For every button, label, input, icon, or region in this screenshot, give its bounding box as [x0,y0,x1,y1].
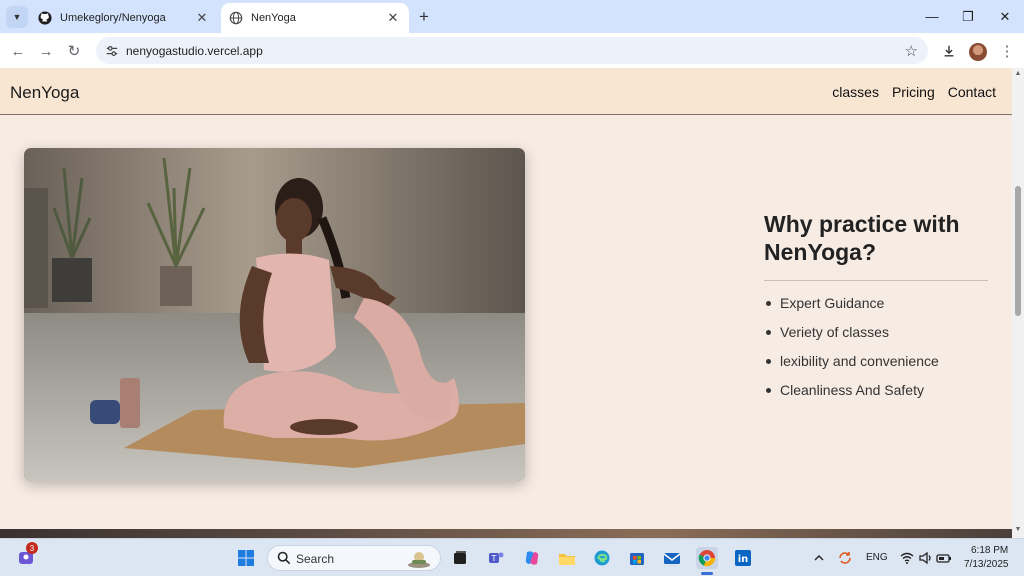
nav-link-contact[interactable]: Contact [948,84,996,100]
edge-icon[interactable] [591,547,613,569]
list-item: lexibility and convenience [764,349,988,378]
scroll-down-icon[interactable]: ▼ [1014,526,1022,536]
site-header: NenYoga classes Pricing Contact [0,68,1012,115]
reload-icon[interactable]: ↻ [62,39,86,63]
tab-github[interactable]: Umekeglory/Nenyoga ✕ [30,3,218,33]
file-explorer-icon[interactable] [556,547,578,569]
list-item: Veriety of classes [764,320,988,349]
task-view-icon[interactable] [449,547,471,569]
page-viewport: NenYoga classes Pricing Contact Why prac… [0,68,1012,538]
next-section-image [0,529,1012,538]
copilot-icon[interactable] [521,547,543,569]
list-item: Cleanliness And Safety [764,378,988,407]
nav-link-classes[interactable]: classes [832,84,879,100]
site-settings-icon[interactable] [104,43,120,59]
site-logo[interactable]: NenYoga [10,83,79,103]
chevron-up-icon[interactable] [808,547,830,569]
scrollbar-thumb[interactable] [1015,186,1021,316]
clock-time[interactable]: 6:18 PM [971,545,1008,556]
bookmark-star-icon[interactable]: ☆ [905,42,918,60]
search-highlight-icon [406,549,432,569]
windows-start-icon[interactable] [235,547,257,569]
list-item: Expert Guidance [764,291,988,320]
microsoft-store-icon[interactable] [626,547,648,569]
restore-button[interactable]: ❐ [950,0,986,33]
github-icon [38,11,52,25]
download-icon[interactable] [937,39,961,63]
notification-badge: 3 [26,542,38,554]
tab-title: NenYoga [251,12,296,24]
taskbar: Search T in ENG 6:18 PM 7/13/2025 [0,538,1024,576]
page-scrollbar[interactable]: ▲ ▼ [1012,68,1024,538]
taskbar-search[interactable]: Search [267,545,441,571]
tab-strip: ▼ Umekeglory/Nenyoga ✕ NenYoga ✕ + — ❐ ✕ [0,0,1024,33]
language-indicator[interactable]: ENG [866,552,888,563]
divider [764,280,988,281]
why-section: Why practice with NenYoga? Expert Guidan… [764,210,988,407]
why-heading: Why practice with NenYoga? [764,211,960,265]
profile-avatar[interactable] [969,43,987,61]
sync-icon[interactable] [834,547,856,569]
globe-icon [229,11,243,25]
minimize-button[interactable]: — [914,0,950,33]
chevron-down-icon: ▼ [12,12,22,22]
svg-text:in: in [738,554,749,565]
clock-date[interactable]: 7/13/2025 [964,559,1009,570]
battery-icon[interactable] [933,547,955,569]
browser-toolbar: ← → ↻ nenyogastudio.vercel.app ☆ ⋮ [0,33,1024,68]
address-bar[interactable]: nenyogastudio.vercel.app ☆ [96,37,928,64]
svg-text:T: T [491,554,497,563]
scroll-up-icon[interactable]: ▲ [1014,70,1022,80]
back-arrow-icon[interactable]: ← [6,39,30,63]
new-tab-button[interactable]: + [414,7,434,27]
search-label: Search [296,552,335,566]
benefits-list: Expert Guidance Veriety of classes lexib… [764,291,988,407]
menu-kebab-icon[interactable]: ⋮ [995,39,1019,63]
active-app-indicator [701,572,713,575]
tab-search-button[interactable]: ▼ [6,6,28,28]
url-text: nenyogastudio.vercel.app [126,44,263,58]
teams-icon[interactable]: T [485,547,507,569]
mail-icon[interactable] [661,547,683,569]
site-nav: classes Pricing Contact [832,84,996,100]
tab-nenyoga[interactable]: NenYoga ✕ [221,3,409,33]
forward-arrow-icon[interactable]: → [34,39,58,63]
nav-link-pricing[interactable]: Pricing [892,84,935,100]
search-icon [277,551,291,570]
yoga-photo [24,148,525,481]
tab-title: Umekeglory/Nenyoga [60,12,166,24]
close-window-button[interactable]: ✕ [987,0,1023,33]
close-tab-icon[interactable]: ✕ [194,10,210,26]
close-tab-icon[interactable]: ✕ [385,10,401,26]
linkedin-icon[interactable]: in [732,547,754,569]
chrome-icon[interactable] [696,547,718,569]
